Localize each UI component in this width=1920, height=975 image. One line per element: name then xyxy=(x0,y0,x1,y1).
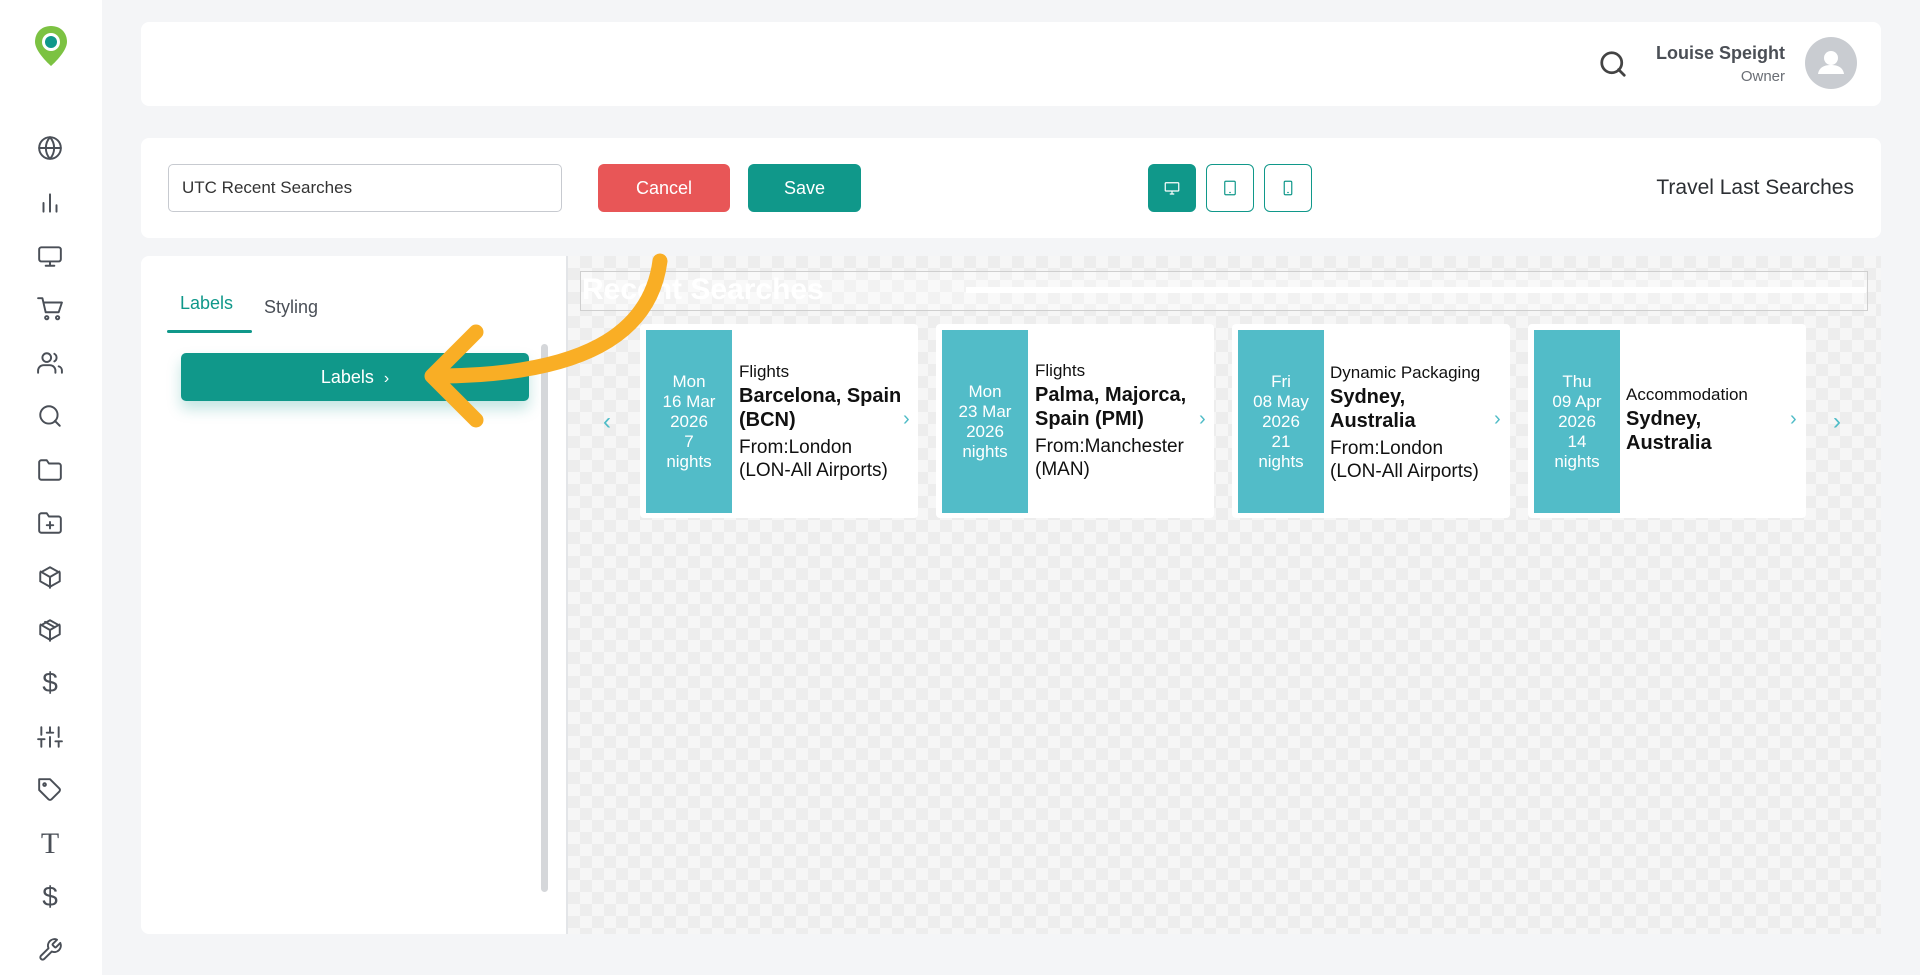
dollar-icon[interactable]: $ xyxy=(35,668,65,698)
card-origin: From:London (LON-All Airports) xyxy=(1330,438,1479,482)
annotation-arrow-icon xyxy=(424,253,668,428)
logo-icon[interactable] xyxy=(32,24,70,70)
cart-icon[interactable] xyxy=(35,294,65,324)
card-nights-label: nights xyxy=(666,451,712,471)
card-nights: 14 xyxy=(1567,431,1587,451)
header-divider xyxy=(966,287,1866,293)
chevron-right-icon: › xyxy=(383,369,390,387)
card-day: Fri xyxy=(1271,371,1291,391)
card-details: Flights Palma, Majorca, Spain (PMI) From… xyxy=(1035,354,1200,488)
card-destination: Sydney, Australia xyxy=(1626,408,1712,454)
search-icon[interactable] xyxy=(1598,49,1630,81)
card-year: 2026 xyxy=(1558,411,1596,431)
tab-labels[interactable]: Labels xyxy=(180,293,233,314)
monitor-icon[interactable] xyxy=(35,241,65,271)
active-tab-indicator xyxy=(167,330,252,333)
folder-plus-icon[interactable] xyxy=(35,508,65,538)
search-icon[interactable] xyxy=(35,401,65,431)
user-name: Louise Speight xyxy=(1655,43,1785,63)
card-type: Dynamic Packaging xyxy=(1330,363,1481,382)
card-type: Accommodation xyxy=(1626,385,1748,404)
card-date: Thu 09 Apr 2026 14 nights xyxy=(1534,330,1620,513)
desktop-view-button[interactable] xyxy=(1148,164,1196,212)
tag-icon[interactable] xyxy=(35,775,65,805)
cancel-button[interactable]: Cancel xyxy=(598,164,730,212)
user-icon xyxy=(1818,51,1844,74)
widget-title: Travel Last Searches xyxy=(1656,176,1854,199)
card-destination: Sydney, Australia xyxy=(1330,386,1416,432)
card-date: Fri 08 May 2026 21 nights xyxy=(1238,330,1324,513)
card-origin: From:Manchester (MAN) xyxy=(1035,436,1184,480)
card-year: 2026 xyxy=(966,421,1004,441)
card-destination: Palma, Majorca, Spain (PMI) xyxy=(1035,384,1187,430)
desktop-icon xyxy=(1164,182,1180,195)
save-button[interactable]: Save xyxy=(748,164,861,212)
text-icon[interactable]: T xyxy=(35,829,65,859)
labels-section-label: Labels xyxy=(320,366,374,387)
chevron-right-icon[interactable]: › xyxy=(1790,408,1797,431)
card-details: Accommodation Sydney, Australia xyxy=(1626,380,1791,460)
wrench-icon[interactable] xyxy=(35,935,65,965)
card-nights-label: nights xyxy=(1258,451,1304,471)
user-role: Owner xyxy=(1740,68,1785,85)
mobile-view-button[interactable] xyxy=(1264,164,1312,212)
widget-name-input[interactable] xyxy=(168,164,562,212)
card-date-text: 09 Apr xyxy=(1552,391,1602,411)
mobile-icon xyxy=(1283,180,1293,196)
card-type: Flights xyxy=(1035,361,1086,380)
card-details: Flights Barcelona, Spain (BCN) From:Lond… xyxy=(739,344,904,500)
chevron-right-icon[interactable]: › xyxy=(903,408,910,431)
folder-icon[interactable] xyxy=(35,455,65,485)
tablet-view-button[interactable] xyxy=(1206,164,1254,212)
users-icon[interactable] xyxy=(35,348,65,378)
card-date-text: 08 May xyxy=(1253,391,1309,411)
tab-styling[interactable]: Styling xyxy=(264,297,318,318)
carousel-next-arrow[interactable]: › xyxy=(1833,408,1841,436)
tablet-icon xyxy=(1224,180,1236,196)
card-day: Mon xyxy=(968,381,1002,401)
card-details: Dynamic Packaging Sydney, Australia From… xyxy=(1330,334,1495,512)
globe-icon[interactable] xyxy=(35,133,65,163)
card-date-text: 23 Mar xyxy=(958,401,1012,421)
card-destination: Barcelona, Spain (BCN) xyxy=(739,385,902,431)
sliders-icon[interactable] xyxy=(35,722,65,752)
dollar-icon[interactable]: $ xyxy=(35,882,65,912)
box-icon[interactable] xyxy=(35,562,65,592)
package-icon[interactable] xyxy=(35,615,65,645)
card-origin: From:London (LON-All Airports) xyxy=(739,437,888,481)
card-day: Thu xyxy=(1562,371,1592,391)
chevron-right-icon[interactable]: › xyxy=(1199,408,1206,431)
card-nights-label: nights xyxy=(962,441,1008,461)
card-type: Flights xyxy=(739,362,790,381)
avatar[interactable] xyxy=(1805,37,1857,89)
bar-chart-icon[interactable] xyxy=(35,188,65,218)
sidebar: $ T $ xyxy=(0,0,102,975)
chevron-right-icon[interactable]: › xyxy=(1494,408,1501,431)
card-date: Mon 23 Mar 2026 nights xyxy=(942,330,1028,513)
card-year: 2026 xyxy=(1262,411,1300,431)
card-nights: 21 xyxy=(1271,431,1291,451)
card-nights-label: nights xyxy=(1554,451,1600,471)
